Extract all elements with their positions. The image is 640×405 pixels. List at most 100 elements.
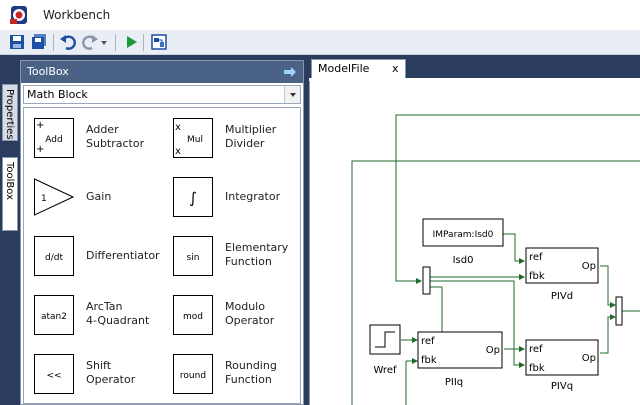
toolbar <box>0 30 640 55</box>
adder-sign-2: + <box>36 144 44 155</box>
block-multiplier[interactable]: x x Mul Multiplier Divider <box>163 112 300 166</box>
elementary-function-label: Elementary Function <box>225 241 289 268</box>
piiq-block: ref fbk Op PIIq <box>417 331 503 388</box>
block-rounding[interactable]: round Rounding Function <box>163 348 300 402</box>
category-select[interactable]: Math Block <box>23 85 301 104</box>
rounding-block-icon: round <box>173 354 213 394</box>
block-gain[interactable]: 1 Gain <box>24 171 164 225</box>
gain-block-icon: 1 <box>34 178 74 216</box>
tab-modelfile-label: ModelFile <box>318 62 370 75</box>
block-list: + + Add Adder Subtractor x x Mul Multipl… <box>23 107 301 404</box>
category-value: Math Block <box>27 88 88 101</box>
adder-block-icon: + + Add <box>34 118 74 158</box>
adder-label: Adder Subtractor <box>86 123 145 150</box>
integrator-block-icon: ∫ <box>173 177 213 217</box>
block-integrator[interactable]: ∫ Integrator <box>163 171 300 225</box>
pivd-in2: fbk <box>529 271 545 282</box>
model-settings-icon[interactable] <box>150 33 168 51</box>
wire-top-feedback <box>395 114 640 284</box>
toolbox-title: ToolBox <box>27 65 69 78</box>
elementary-function-glyph: sin <box>187 253 200 263</box>
block-arctan[interactable]: atan2 ArcTan 4-Quadrant <box>24 289 164 343</box>
arctan-label: ArcTan 4-Quadrant <box>86 300 150 327</box>
differentiator-block-icon: d/dt <box>34 236 74 276</box>
model-diagram: IMParam:Isd0 Isd0 ref fbk Op PIVd Wref r… <box>351 114 640 405</box>
step-block: Wref <box>369 324 401 376</box>
param-block-name: Isd0 <box>453 255 474 266</box>
gain-label: Gain <box>86 190 112 203</box>
block-shift[interactable]: << Shift Operator <box>24 348 164 402</box>
rounding-label: Rounding Function <box>225 359 277 386</box>
tab-toolbox-label: ToolBox <box>4 162 15 201</box>
block-adder[interactable]: + + Add Adder Subtractor <box>24 112 164 166</box>
arctan-glyph: atan2 <box>41 312 67 322</box>
wire-pivq-out <box>600 314 616 354</box>
toolbar-separator <box>53 34 54 51</box>
save-all-icon[interactable] <box>30 33 48 51</box>
modulo-block-icon: mod <box>173 295 213 335</box>
differentiator-label: Differentiator <box>86 249 160 262</box>
output-mux <box>615 296 623 326</box>
save-icon[interactable] <box>8 33 26 51</box>
shift-label: Shift Operator <box>86 359 136 386</box>
integrator-label: Integrator <box>225 190 281 203</box>
wire-param-to-pivd-ref <box>503 233 525 264</box>
toolbox-panel: ToolBox Math Block + + Add Adder Subtrac… <box>20 60 304 405</box>
app-icon <box>10 6 27 24</box>
undo-icon[interactable] <box>59 33 77 51</box>
multiplier-block-icon: x x Mul <box>173 118 213 158</box>
wire-pivd-out <box>600 265 616 308</box>
pivd-name: PIVd <box>551 291 573 302</box>
block-elementary-function[interactable]: sin Elementary Function <box>163 230 300 284</box>
shift-block-icon: << <box>34 354 74 394</box>
adder-sign-1: + <box>36 120 44 131</box>
tab-toolbox[interactable]: ToolBox <box>2 157 18 231</box>
elementary-function-block-icon: sin <box>173 236 213 276</box>
step-block-name: Wref <box>373 365 396 376</box>
window-title: Workbench <box>43 8 111 22</box>
pivd-block: ref fbk Op PIVd <box>525 247 599 302</box>
pivd-in1: ref <box>529 252 543 263</box>
differentiator-glyph: d/dt <box>45 253 63 263</box>
mul-sign-1: x <box>175 122 181 133</box>
gain-glyph: 1 <box>41 194 47 204</box>
toolbox-header: ToolBox <box>21 61 303 83</box>
block-modulo[interactable]: mod Modulo Operator <box>163 289 300 343</box>
dropdown-arrow-icon[interactable] <box>99 33 109 51</box>
model-canvas[interactable]: IMParam:Isd0 Isd0 ref fbk Op PIVd Wref r… <box>309 81 640 405</box>
pivq-in1: ref <box>529 344 543 355</box>
title-bar: Workbench <box>0 0 640 30</box>
rounding-glyph: round <box>180 371 206 381</box>
pin-icon[interactable] <box>283 65 297 79</box>
modulo-glyph: mod <box>183 312 203 322</box>
toolbar-separator <box>143 34 144 51</box>
toolbar-separator <box>115 34 116 51</box>
shift-glyph: << <box>46 371 61 381</box>
adder-glyph: Add <box>45 135 62 145</box>
modulo-label: Modulo Operator <box>225 300 275 327</box>
tab-modelfile[interactable]: ModelFile x <box>311 59 406 78</box>
tab-properties-label: Properties <box>4 89 15 140</box>
tab-properties[interactable]: Properties <box>2 84 18 141</box>
close-icon[interactable]: x <box>392 62 399 75</box>
arctan-block-icon: atan2 <box>34 295 74 335</box>
pivd-out: Op <box>582 261 596 272</box>
piiq-out: Op <box>486 345 500 356</box>
chevron-down-icon[interactable] <box>284 86 300 103</box>
block-differentiator[interactable]: d/dt Differentiator <box>24 230 164 284</box>
redo-icon[interactable] <box>81 33 99 51</box>
pivq-name: PIVq <box>551 381 573 392</box>
run-icon[interactable] <box>122 33 140 51</box>
param-block: IMParam:Isd0 Isd0 <box>422 218 504 266</box>
pivq-block: ref fbk Op PIVq <box>525 339 599 392</box>
bus-bar <box>422 266 431 295</box>
pivq-out: Op <box>582 353 596 364</box>
multiplier-label: Multiplier Divider <box>225 123 277 150</box>
piiq-in2: fbk <box>421 355 437 366</box>
mul-sign-2: x <box>175 146 181 157</box>
piiq-in1: ref <box>421 336 435 347</box>
mul-glyph: Mul <box>187 135 203 145</box>
integrator-glyph: ∫ <box>189 189 197 207</box>
pivq-in2: fbk <box>529 363 545 374</box>
param-block-label: IMParam:Isd0 <box>433 230 494 240</box>
